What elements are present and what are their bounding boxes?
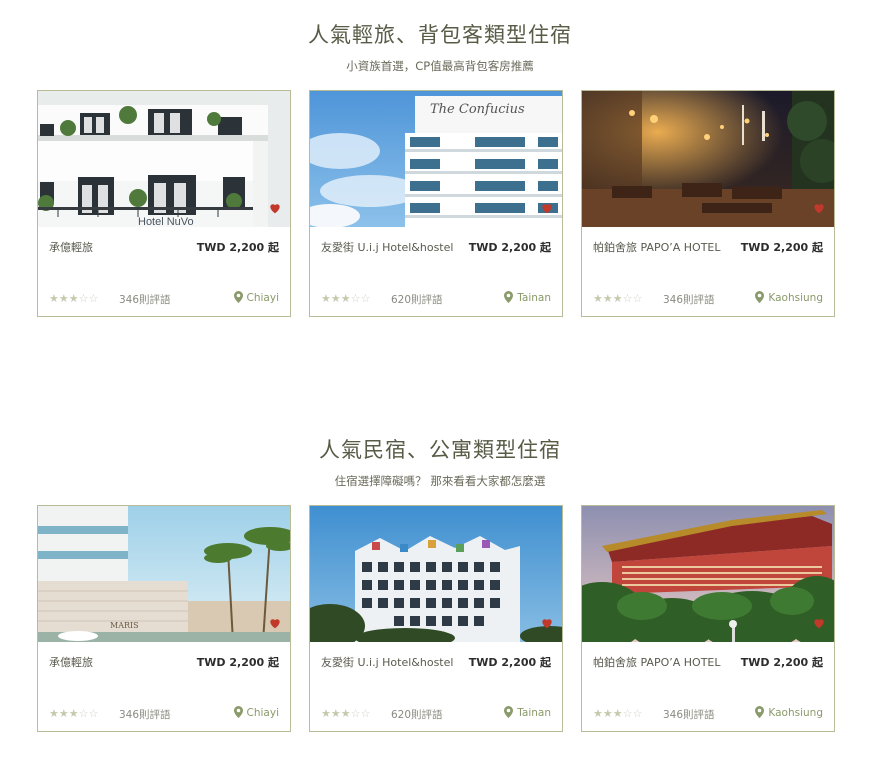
review-count[interactable]: 346則評語 (663, 292, 715, 307)
hotel-location: Tainan (504, 291, 551, 304)
review-count[interactable]: 620則評語 (391, 292, 443, 307)
hotel-photo[interactable]: MARIS (38, 506, 290, 642)
photo-sign: MARIS (110, 621, 139, 630)
section-subtitle: 住宿選擇障礙嗎？ 那來看看大家都怎麼選 (334, 474, 546, 488)
map-pin-icon (233, 706, 243, 718)
hotel-location: Chiayi (233, 291, 279, 304)
hotel-photo[interactable] (582, 91, 834, 227)
rating-stars: ★★★☆☆ (49, 292, 98, 305)
heart-icon[interactable] (540, 201, 554, 215)
section-subtitle: 小資族首選，CP值最高背包客房推薦 (346, 59, 534, 73)
hotel-price: TWD 2,200 起 (740, 656, 823, 669)
hotel-card[interactable]: Hotel NuVo 承億輕旅 TWD 2,200 起 ★★★☆☆ 346則評語… (37, 90, 291, 317)
star-icon: ☆☆ (78, 292, 99, 305)
hotel-photo[interactable] (310, 506, 562, 642)
location-label: Tainan (517, 707, 551, 719)
rating-stars: ★★★☆☆ (593, 707, 642, 720)
star-icon: ★★★ (49, 292, 79, 305)
hotel-photo[interactable]: Hotel NuVo (38, 91, 290, 227)
hotel-name[interactable]: 承億輕旅 (49, 654, 93, 670)
location-label: Kaohsiung (768, 292, 823, 304)
hotel-name[interactable]: 友愛街 U.i.j Hotel&hostel (321, 654, 453, 670)
hotel-card[interactable]: MARIS 承億輕旅 TWD 2,200 起 ★★★☆☆ 346則評語 Chia… (37, 505, 291, 732)
section-title: 人氣輕旅、背包客類型住宿 (308, 23, 572, 47)
rating-stars: ★★★☆☆ (321, 707, 370, 720)
heart-icon[interactable] (268, 616, 282, 630)
hotel-card[interactable]: 帕鉑舍旅 PAPO’A HOTEL TWD 2,200 起 ★★★☆☆ 346則… (581, 505, 835, 732)
hotel-price: TWD 2,200 起 (196, 241, 279, 254)
location-label: Kaohsiung (768, 707, 823, 719)
star-icon: ☆☆ (78, 707, 99, 720)
card-grid: MARIS 承億輕旅 TWD 2,200 起 ★★★☆☆ 346則評語 Chia… (37, 505, 837, 735)
map-pin-icon (755, 706, 765, 718)
hotel-price: TWD 2,200 起 (468, 241, 551, 254)
map-pin-icon (755, 291, 765, 303)
map-pin-icon (233, 291, 243, 303)
hotel-location: Chiayi (233, 706, 279, 719)
hotel-photo[interactable] (582, 506, 834, 642)
hotel-card[interactable]: The Confucius 友愛街 U.i.j Hotel&hostel TWD… (309, 90, 563, 317)
hotel-card[interactable]: 帕鉑舍旅 PAPO’A HOTEL TWD 2,200 起 ★★★☆☆ 346則… (581, 90, 835, 317)
rating-stars: ★★★☆☆ (49, 707, 98, 720)
heart-icon[interactable] (812, 201, 826, 215)
rating-stars: ★★★☆☆ (593, 292, 642, 305)
map-pin-icon (504, 706, 514, 718)
photo-sign: The Confucius (430, 102, 525, 117)
rating-stars: ★★★☆☆ (321, 292, 370, 305)
hotel-location: Tainan (504, 706, 551, 719)
hotel-price: TWD 2,200 起 (740, 241, 823, 254)
map-pin-icon (504, 291, 514, 303)
review-count[interactable]: 346則評語 (119, 292, 171, 307)
review-count[interactable]: 346則評語 (663, 707, 715, 722)
hotel-location: Kaohsiung (755, 706, 823, 719)
hotel-price: TWD 2,200 起 (468, 656, 551, 669)
hotel-name[interactable]: 帕鉑舍旅 PAPO’A HOTEL (593, 654, 721, 670)
star-icon: ☆☆ (622, 292, 643, 305)
star-icon: ☆☆ (350, 707, 371, 720)
photo-sign: Hotel NuVo (138, 216, 194, 227)
section-title: 人氣民宿、公寓類型住宿 (319, 438, 561, 462)
heart-icon[interactable] (540, 616, 554, 630)
review-count[interactable]: 346則評語 (119, 707, 171, 722)
star-icon: ★★★ (593, 707, 623, 720)
hotel-price: TWD 2,200 起 (196, 656, 279, 669)
review-count[interactable]: 620則評語 (391, 707, 443, 722)
star-icon: ★★★ (321, 707, 351, 720)
star-icon: ★★★ (49, 707, 79, 720)
star-icon: ★★★ (593, 292, 623, 305)
hotel-name[interactable]: 帕鉑舍旅 PAPO’A HOTEL (593, 239, 721, 255)
location-label: Chiayi (246, 292, 279, 304)
star-icon: ★★★ (321, 292, 351, 305)
location-label: Chiayi (246, 707, 279, 719)
card-grid: Hotel NuVo 承億輕旅 TWD 2,200 起 ★★★☆☆ 346則評語… (37, 90, 837, 320)
hotel-name[interactable]: 友愛街 U.i.j Hotel&hostel (321, 239, 453, 255)
heart-icon[interactable] (268, 201, 282, 215)
heart-icon[interactable] (812, 616, 826, 630)
hotel-photo[interactable]: The Confucius (310, 91, 562, 227)
hotel-card[interactable]: 友愛街 U.i.j Hotel&hostel TWD 2,200 起 ★★★☆☆… (309, 505, 563, 732)
hotel-name[interactable]: 承億輕旅 (49, 239, 93, 255)
star-icon: ☆☆ (622, 707, 643, 720)
hotel-location: Kaohsiung (755, 291, 823, 304)
star-icon: ☆☆ (350, 292, 371, 305)
location-label: Tainan (517, 292, 551, 304)
